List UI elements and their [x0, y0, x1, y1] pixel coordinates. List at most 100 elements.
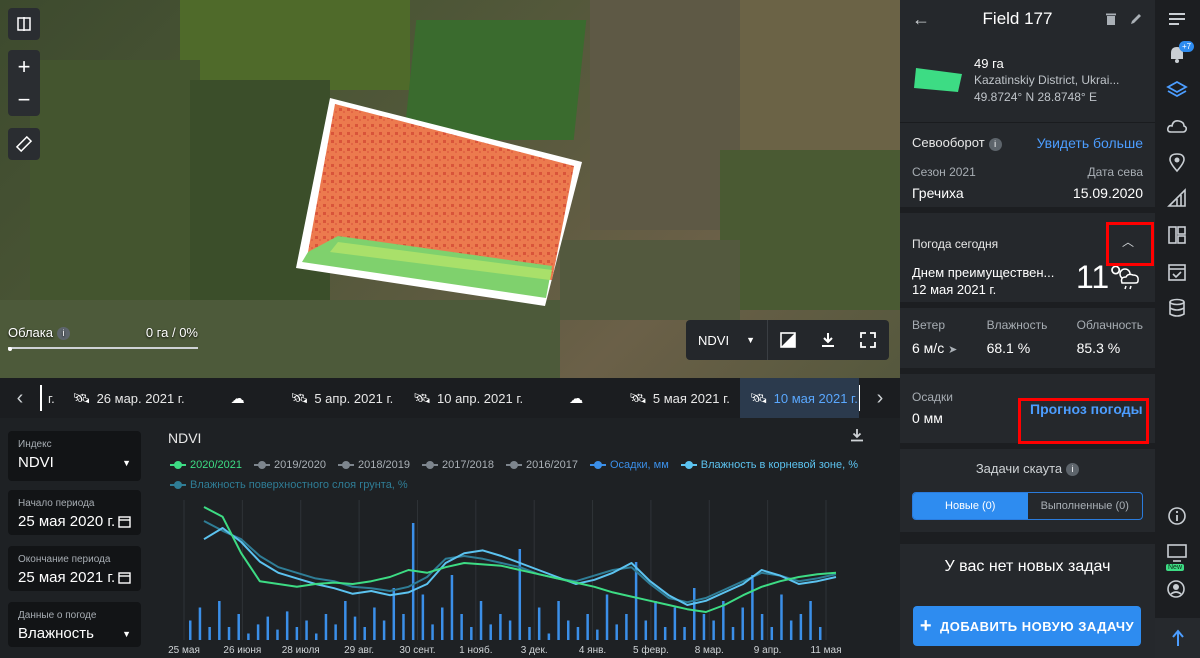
x-tick-label: 8 мар.: [695, 645, 724, 656]
satellite-icon: 🛰: [749, 389, 768, 406]
add-task-button[interactable]: + ДОБАВИТЬ НОВУЮ ЗАДАЧУ: [913, 606, 1141, 646]
help-button[interactable]: [1166, 505, 1188, 527]
database-button[interactable]: [1166, 297, 1188, 319]
precipitation-bar: [247, 633, 250, 640]
map-background: [740, 0, 900, 150]
zoom-out-button[interactable]: −: [8, 83, 40, 116]
cloud-icon: ☁: [569, 389, 584, 406]
database-icon: [1169, 298, 1185, 317]
precipitation-bar: [722, 601, 725, 640]
notifications-button[interactable]: +7: [1166, 41, 1195, 65]
signal-button[interactable]: [1166, 187, 1188, 209]
timeline-item[interactable]: 🛰 10 мая 2021 г.: [739, 378, 859, 418]
profile-button[interactable]: [1166, 578, 1188, 600]
info-icon[interactable]: i: [988, 137, 1002, 151]
field-area: 49 га: [974, 55, 1004, 71]
start-label: Начало периода: [18, 498, 95, 509]
x-tick-label: 28 июля: [282, 645, 320, 656]
weather-button[interactable]: [1166, 115, 1188, 137]
timeline-item[interactable]: 🛰 26 мар. 2021 г.: [63, 378, 195, 418]
fullscreen-button[interactable]: [848, 320, 888, 360]
legend-item[interactable]: 2020/2021: [170, 456, 242, 474]
legend-item[interactable]: 2019/2020: [254, 456, 326, 474]
precipitation-bar: [256, 624, 260, 640]
timeline-next-button[interactable]: ›: [860, 378, 900, 418]
info-icon[interactable]: i: [1066, 463, 1080, 477]
scroll-top-button[interactable]: [1155, 618, 1200, 658]
tab-new[interactable]: Новые (0): [913, 493, 1028, 520]
calendar-button[interactable]: [1166, 261, 1188, 283]
timeline-item[interactable]: г.: [42, 378, 63, 418]
precipitation-bar: [673, 607, 677, 640]
legend-item[interactable]: Влажность поверхностного слоя грунта, %: [170, 476, 408, 494]
download-icon: [822, 333, 834, 347]
precipitation-bar: [431, 624, 434, 640]
see-more-link[interactable]: Увидеть больше: [1037, 135, 1143, 151]
legend-item[interactable]: Осадки, мм: [590, 456, 669, 474]
satellite-icon: 🛰: [629, 389, 647, 406]
zoom-in-button[interactable]: +: [8, 50, 40, 83]
legend-item[interactable]: 2018/2019: [338, 456, 410, 474]
precipitation-bar: [557, 601, 560, 640]
timeline-date: г.: [48, 390, 55, 406]
layer-index-select[interactable]: NDVI ▼: [686, 320, 768, 360]
legend-label: 2019/2020: [274, 459, 326, 471]
layers-button[interactable]: [1166, 79, 1188, 101]
download-map-button[interactable]: [808, 320, 848, 360]
tab-done[interactable]: Выполненные (0): [1028, 493, 1143, 519]
chart-plot: 25 мая 26 июня 28 июля 29 авг. 30 сент. 1 ноя…: [168, 500, 842, 656]
field-title: Field 177: [982, 9, 1053, 28]
timeline-item[interactable]: ☁: [195, 378, 281, 418]
ndvi-field-overlay[interactable]: [290, 90, 590, 310]
end-date-field[interactable]: Окончание периода 25 мая 2021 г.: [8, 546, 141, 591]
delete-icon[interactable]: [1105, 12, 1117, 26]
timeline-date: 26 мар. 2021 г.: [96, 390, 185, 406]
legend-item[interactable]: 2017/2018: [422, 456, 494, 474]
calendar-icon: [118, 516, 131, 528]
precipitation-bar: [547, 633, 551, 640]
chevron-down-icon: ▼: [122, 628, 131, 639]
clouds-slider[interactable]: [8, 347, 198, 350]
timeline-prev-button[interactable]: ‹: [0, 378, 40, 418]
precipitation-bar: [712, 620, 715, 640]
dashboard-icon: [1168, 226, 1186, 244]
location-button[interactable]: [1166, 151, 1188, 173]
index-value: NDVI: [18, 454, 54, 471]
map-background: [720, 150, 900, 310]
cloudiness-label: Облачность: [1076, 318, 1143, 332]
legend-item[interactable]: 2016/2017: [506, 456, 578, 474]
timeline-item[interactable]: ☁: [533, 378, 619, 418]
precipitation-bar: [683, 627, 686, 640]
dashboard-button[interactable]: [1166, 224, 1188, 246]
split-view-button[interactable]: [8, 8, 40, 40]
timeline-item[interactable]: 🛰 10 апр. 2021 г.: [403, 378, 533, 418]
compare-button[interactable]: [768, 320, 808, 360]
edit-icon[interactable]: [1129, 12, 1143, 26]
chart-download-button[interactable]: [850, 428, 864, 447]
desktop-app-button[interactable]: New: [1166, 542, 1188, 571]
timeline-item[interactable]: 🛰 5 апр. 2021 г.: [281, 378, 404, 418]
no-tasks-message: У вас нет новых задач: [944, 558, 1111, 576]
image-timeline: ‹ г. 🛰 26 мар. 2021 г. ☁ 🛰 5 апр. 2021 г. 🛰 10 …: [0, 378, 900, 418]
x-tick-label: 29 авг.: [344, 645, 374, 656]
user-icon: [1167, 580, 1185, 598]
cloud-icon: ☁: [230, 389, 245, 406]
chevron-right-icon: ›: [876, 386, 884, 409]
map-background: [30, 60, 200, 310]
season-label: Сезон 2021: [912, 165, 976, 179]
back-button[interactable]: ←: [912, 9, 930, 30]
map-view[interactable]: + − Облака i 0 га / 0% NDVI ▼: [0, 0, 900, 378]
precipitation-bar: [373, 607, 376, 640]
legend-item[interactable]: Влажность в корневой зоне, %: [680, 456, 858, 474]
index-select[interactable]: Индекс NDVI ▼: [8, 431, 141, 481]
weather-data-select[interactable]: Данные о погоде Влажность ▼: [8, 602, 141, 647]
precipitation-bar: [285, 611, 289, 640]
menu-button[interactable]: [1166, 8, 1188, 30]
precipitation-bar: [208, 627, 211, 640]
timeline-item[interactable]: 🛰 5 мая 2021 г.: [619, 378, 740, 418]
info-icon[interactable]: i: [57, 327, 70, 341]
start-date-field[interactable]: Начало периода 25 мая 2020 г.: [8, 490, 141, 535]
satellite-icon: 🛰: [413, 389, 431, 406]
ruler-button[interactable]: [8, 128, 40, 160]
x-tick-label: 9 апр.: [754, 645, 782, 656]
